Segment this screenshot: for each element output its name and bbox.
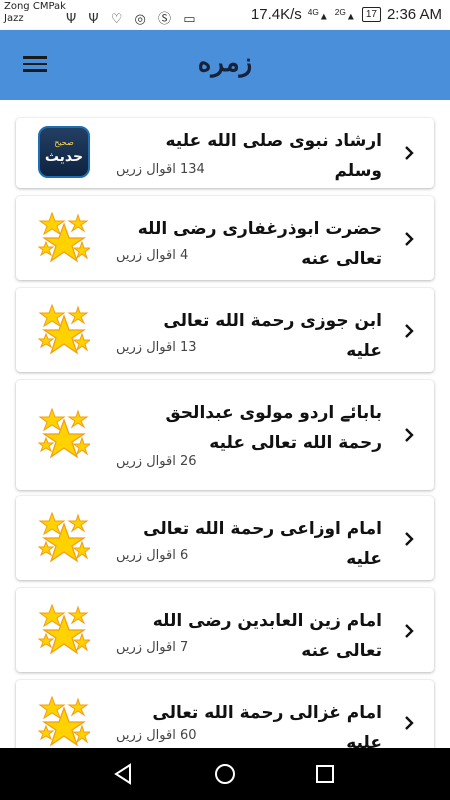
chevron-right-icon — [405, 232, 414, 246]
carrier-name-secondary: Jazz — [4, 13, 24, 24]
usb-icon: Ψ — [88, 12, 103, 27]
chevron-right-icon — [405, 624, 414, 638]
home-circle-icon[interactable] — [211, 760, 239, 788]
item-count: 13 اقوال زریں — [116, 340, 197, 355]
chevron-right-icon — [405, 532, 414, 546]
badge-label-small: صحیح — [54, 138, 74, 147]
carrier-name-primary: Zong CMPak — [4, 1, 66, 12]
item-title: ابن جوزی رحمة الله تعالی علیه — [163, 311, 382, 361]
stars-icon — [38, 696, 90, 747]
item-title: حضرت ابوذرغفاری رضی الله تعالی عنه — [137, 219, 382, 269]
chevron-right-icon — [405, 428, 414, 442]
item-count: 60 اقوال زریں — [116, 728, 197, 743]
back-triangle-icon[interactable] — [110, 760, 138, 788]
page-title: زمره — [197, 48, 253, 78]
item-title: بابائے اردو مولوی عبدالحق رحمة الله تعال… — [165, 403, 382, 453]
list-item[interactable]: امام غزالی رحمة الله تعالی علیه 60 اقوال… — [16, 680, 434, 748]
item-count: 4 اقوال زریں — [116, 248, 189, 263]
item-count: 6 اقوال زریں — [116, 548, 189, 563]
whatsapp-icon: ◎ — [134, 12, 150, 27]
stars-icon — [38, 604, 90, 655]
list-item[interactable]: امام زین العابدین رضی الله تعالی عنه 7 ا… — [16, 588, 434, 672]
item-title: امام اوزاعی رحمة الله تعالی علیه — [143, 519, 382, 569]
item-count: 134 اقوال زریں — [116, 162, 205, 177]
chevron-right-icon — [405, 324, 414, 338]
category-list[interactable]: صحیح حدیث ارشاد نبوی صلی الله علیه وسلم … — [0, 100, 450, 748]
notification-icons: Ψ Ψ ♡ ◎ Ⓢ ▭ — [66, 8, 199, 27]
chevron-right-icon — [405, 716, 414, 730]
clock: 2:36 AM — [386, 6, 442, 23]
list-item[interactable]: امام اوزاعی رحمة الله تعالی علیه 6 اقوال… — [16, 496, 434, 580]
stars-icon — [38, 512, 90, 563]
navigation-bar — [0, 748, 450, 800]
signal-2g-icon: 2G▲ — [334, 6, 356, 23]
stars-icon — [38, 212, 90, 263]
item-count: 7 اقوال زریں — [116, 640, 189, 655]
chevron-right-icon — [405, 146, 414, 160]
signal-4g-icon: 4G▲ — [307, 6, 329, 23]
item-title: امام زین العابدین رضی الله تعالی عنه — [152, 611, 382, 661]
skype-icon: Ⓢ — [158, 12, 176, 27]
list-item[interactable]: حضرت ابوذرغفاری رضی الله تعالی عنه 4 اقو… — [16, 196, 434, 280]
list-item[interactable]: ابن جوزی رحمة الله تعالی علیه 13 اقوال ز… — [16, 288, 434, 372]
app-bar: زمره — [0, 30, 450, 100]
stars-icon — [38, 408, 90, 459]
carrier-label: Zong CMPak Jazz — [4, 1, 66, 25]
stars-icon — [38, 304, 90, 355]
network-speed: 17.4K/s — [250, 6, 302, 23]
status-bar: Zong CMPak Jazz Ψ Ψ ♡ ◎ Ⓢ ▭ 17.4K/s 4G▲ … — [0, 0, 450, 30]
battery-icon: 17 — [361, 7, 381, 22]
usb-icon: Ψ — [66, 12, 81, 27]
list-item[interactable]: بابائے اردو مولوی عبدالحق رحمة الله تعال… — [16, 380, 434, 490]
badge-label-big: حدیث — [44, 149, 84, 165]
sahih-hadith-icon: صحیح حدیث — [38, 126, 90, 178]
list-item[interactable]: صحیح حدیث ارشاد نبوی صلی الله علیه وسلم … — [16, 118, 434, 188]
status-right: 17.4K/s 4G▲ 2G▲ 17 2:36 AM — [251, 6, 442, 23]
recents-square-icon[interactable] — [311, 760, 339, 788]
sim-icon: ▭ — [183, 12, 200, 27]
item-title: ارشاد نبوی صلی الله علیه وسلم — [165, 131, 382, 181]
item-count: 26 اقوال زریں — [116, 454, 197, 469]
heart-monitor-icon: ♡ — [110, 12, 127, 27]
